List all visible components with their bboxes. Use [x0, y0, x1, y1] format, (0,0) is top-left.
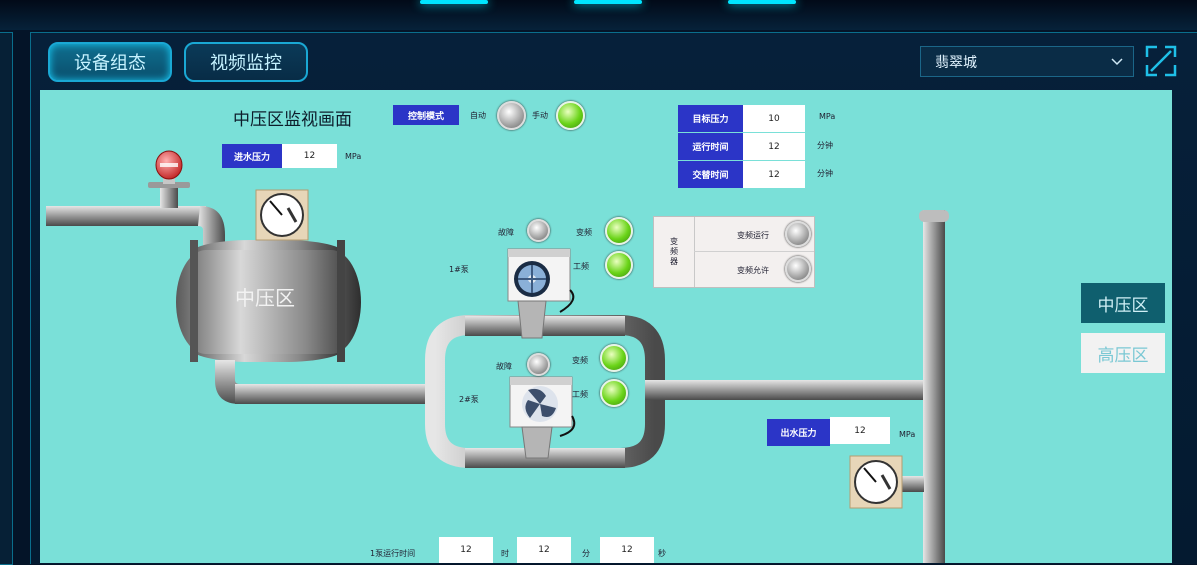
vfd-panel: 变频器 变频运行 变频允许	[653, 216, 815, 288]
auto-indicator	[497, 101, 526, 130]
tab-video[interactable]: 视频监控	[184, 42, 308, 82]
run-time-label: 运行时间	[678, 133, 743, 160]
vfd-allow-indicator	[785, 256, 811, 282]
vfd-allow-label: 变频允许	[737, 266, 769, 275]
pump2-fault-label: 故障	[496, 362, 512, 371]
pump1-fault-label: 故障	[498, 228, 514, 237]
page-title: 中压区监视画面	[233, 110, 352, 130]
switch-time-unit: 分钟	[817, 169, 833, 178]
zone-medium-button[interactable]: 中压区	[1081, 283, 1165, 323]
inlet-pressure-value[interactable]: 12	[282, 144, 337, 168]
control-mode-button[interactable]: 控制模式	[393, 105, 459, 125]
tank-label: 中压区	[235, 286, 295, 310]
run-time-value[interactable]: 12	[743, 133, 805, 160]
pump1-label: 1#泵	[449, 265, 469, 274]
minutes-unit: 分	[582, 549, 590, 558]
top-glow-1	[420, 0, 488, 4]
location-select[interactable]: 翡翠城	[920, 46, 1134, 77]
pump1-runtime-seconds[interactable]: 12	[600, 537, 654, 563]
inlet-pressure-label: 进水压力	[222, 144, 282, 168]
run-time-unit: 分钟	[817, 141, 833, 150]
top-bar	[0, 0, 1197, 30]
pump2-power-indicator	[600, 379, 628, 407]
pump1-power-label: 工频	[573, 262, 589, 271]
target-pressure-label: 目标压力	[678, 105, 743, 132]
gauge-icon	[255, 189, 309, 241]
vfd-panel-title: 变频器	[669, 237, 679, 267]
outlet-pressure-value[interactable]: 12	[830, 417, 890, 444]
pump1-runtime-hours[interactable]: 12	[439, 537, 493, 563]
inlet-pressure-unit: MPa	[345, 152, 362, 161]
valve-icon	[148, 150, 190, 188]
manual-indicator	[556, 101, 585, 130]
target-pressure-value[interactable]: 10	[743, 105, 805, 132]
pump2-label: 2#泵	[459, 395, 479, 404]
riser-pipe	[923, 210, 945, 563]
hours-unit: 时	[501, 549, 509, 558]
scada-canvas: 中压区监视画面 控制模式 自动 手动 进水压力 12 MPa 目标压力 10 M…	[40, 90, 1172, 563]
auto-label: 自动	[470, 111, 486, 120]
top-glow-3	[728, 0, 796, 4]
vfd-running-indicator	[785, 221, 811, 247]
outlet-pipe	[645, 380, 945, 400]
pump2-power-label: 工频	[572, 390, 588, 399]
pump2-vfd-label: 变频	[572, 356, 588, 365]
pipeline-diagram	[46, 150, 949, 563]
pump1-vfd-indicator	[605, 217, 633, 245]
pump2-fault-indicator	[527, 353, 550, 376]
pump2-vfd-indicator	[600, 344, 628, 372]
inlet-pipe	[46, 206, 206, 226]
seconds-unit: 秒	[658, 549, 666, 558]
gauge-icon	[849, 455, 903, 509]
switch-time-value[interactable]: 12	[743, 161, 805, 188]
fullscreen-icon[interactable]	[1145, 45, 1177, 77]
tab-equipment[interactable]: 设备组态	[48, 42, 172, 82]
zone-high-button[interactable]: 高压区	[1081, 333, 1165, 373]
outlet-pressure-label: 出水压力	[767, 419, 830, 446]
vfd-running-label: 变频运行	[737, 231, 769, 240]
chevron-down-icon	[1111, 58, 1123, 66]
left-panel-edge	[0, 32, 13, 565]
target-pressure-unit: MPa	[819, 112, 836, 121]
outlet-pressure-unit: MPa	[899, 430, 916, 439]
location-select-value: 翡翠城	[935, 54, 977, 71]
top-glow-2	[574, 0, 642, 4]
pump-2-icon	[509, 376, 576, 459]
pump1-runtime-minutes[interactable]: 12	[517, 537, 571, 563]
manual-label: 手动	[532, 111, 548, 120]
pump1-runtime-label: 1泵运行时间	[370, 549, 416, 558]
pump1-vfd-label: 变频	[576, 228, 592, 237]
pump1-fault-indicator	[527, 219, 550, 242]
switch-time-label: 交替时间	[678, 161, 743, 188]
pump1-power-indicator	[605, 251, 633, 279]
